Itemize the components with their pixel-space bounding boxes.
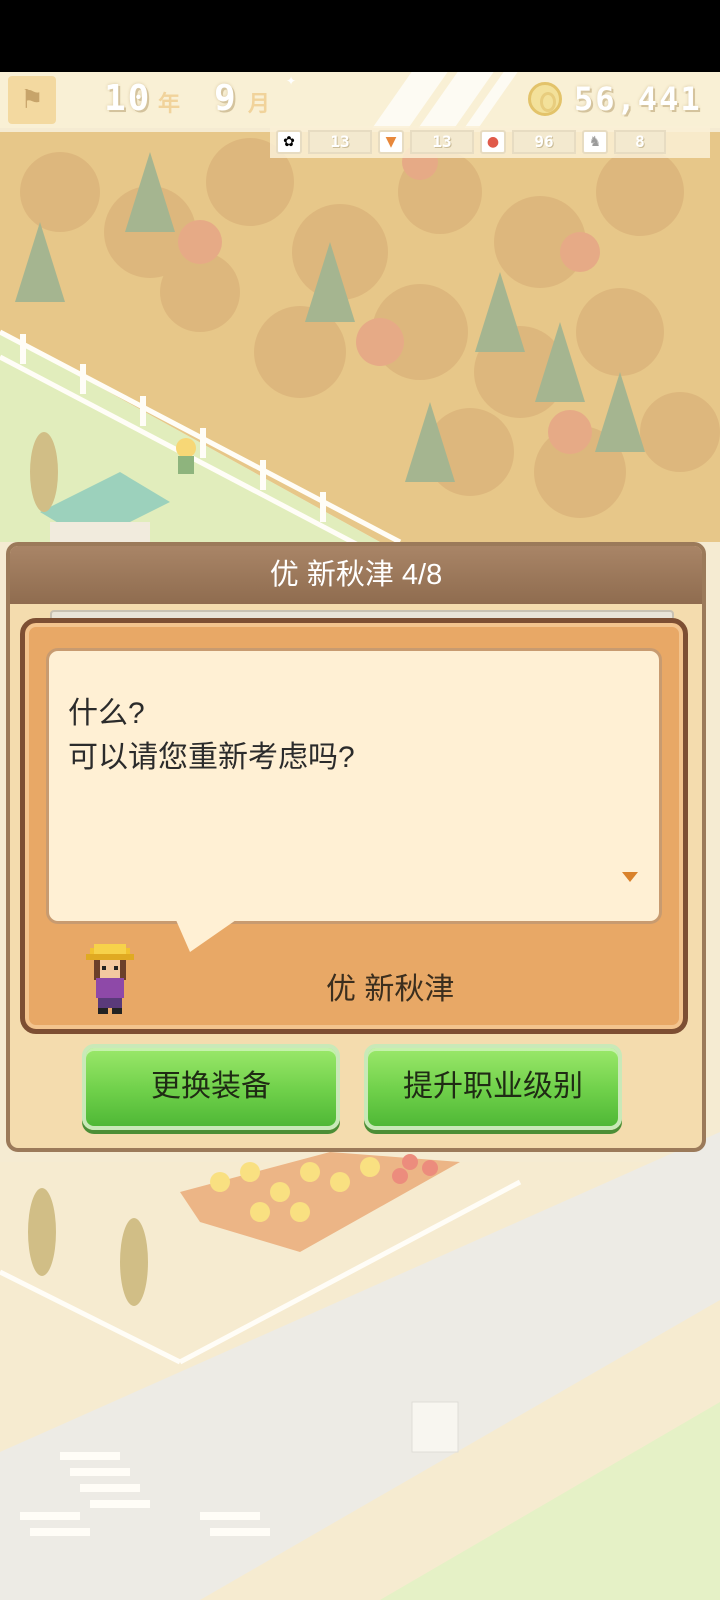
speech-bubble-tail [176,920,236,952]
speaker-name: 优 新秋津 [326,973,455,1006]
carrot-icon: ▼ [378,130,404,154]
resource-flower: ✿ 13 [276,130,372,154]
cow-icon: ♞ [582,130,608,154]
month-unit: 月 [248,92,271,117]
resource-value: 13 [308,130,372,154]
resource-value: 8 [614,130,666,154]
next-arrow-icon[interactable] [622,872,638,882]
coin-icon [528,82,562,116]
month-value: 9 [214,78,238,119]
upgrade-job-level-button[interactable]: 提升职业级别 [364,1044,622,1130]
resource-apple: ● 96 [480,130,576,154]
dialog-title: 优 新秋津 4/8 [10,546,702,604]
flower-icon: ✿ [276,130,302,154]
resource-carrot: ▼ 13 [378,130,474,154]
status-bar [0,0,720,72]
resource-cow: ♞ 8 [582,130,666,154]
resource-strip: ✿ 13 ▼ 13 ● 96 ♞ 8 [270,126,710,158]
money-value: 56,441 [574,80,702,118]
year-value: 10 [104,78,152,119]
change-equipment-button[interactable]: 更换装备 [82,1044,340,1130]
year-unit: 年 [158,92,181,117]
apple-icon: ● [480,130,506,154]
farm-menu-icon[interactable]: ⚑ [8,76,56,124]
sparkle-icon: ✦ [286,74,297,88]
speech-line-2: 可以请您重新考虑吗? [68,741,355,774]
staff-avatar [86,944,134,1014]
resource-value: 96 [512,130,576,154]
resource-value: 13 [410,130,474,154]
speech-line-1: 什么? [68,697,145,730]
